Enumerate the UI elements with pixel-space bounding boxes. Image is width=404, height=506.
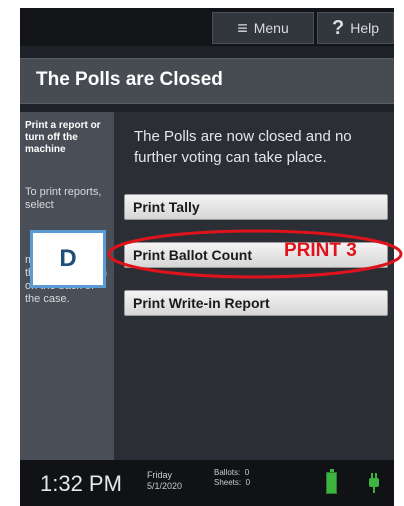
main-panel: The Polls are now closed and no further … [114, 112, 394, 460]
step-marker-d: D [30, 230, 106, 288]
print-instructions: To print reports, select [25, 186, 102, 211]
print-write-in-report-button[interactable]: Print Write-in Report [124, 290, 388, 316]
ballots-value: 0 [244, 468, 250, 477]
help-button[interactable]: ? Help [317, 12, 394, 44]
clock: 1:32 PM [40, 471, 122, 496]
title-bar: The Polls are Closed [20, 58, 394, 104]
weekday: Friday [147, 470, 173, 480]
date: 5/1/2020 [147, 481, 183, 491]
ballots-count: Ballots: 0 [214, 468, 250, 478]
sheets-label: Sheets: [214, 478, 242, 487]
status-bar: 1:32 PM Friday 5/1/2020 Ballots: 0 Sheet… [20, 460, 394, 506]
date-display: Friday 5/1/2020 [147, 470, 182, 492]
print-tally-button[interactable]: Print Tally [124, 194, 388, 220]
menu-label: Menu [253, 20, 289, 36]
hamburger-icon: ≡ [237, 17, 248, 38]
plug-icon [369, 473, 379, 493]
ballots-label: Ballots: [214, 468, 241, 477]
battery-icon [326, 469, 337, 494]
instructions-heading: Print a report or turn off the machine [25, 120, 101, 155]
sheets-count: Sheets: 0 [214, 478, 250, 488]
counters: Ballots: 0 Sheets: 0 [214, 468, 250, 488]
help-label: Help [350, 20, 379, 36]
page-title: The Polls are Closed [36, 69, 223, 90]
menu-button[interactable]: ≡ Menu [212, 12, 314, 44]
sheets-value: 0 [245, 478, 251, 487]
question-icon: ? [331, 16, 345, 39]
top-bar: ≡ Menu ? Help [20, 8, 394, 46]
polls-closed-message: The Polls are now closed and no further … [134, 128, 352, 166]
print-count-note: PRINT 3 [284, 240, 357, 261]
